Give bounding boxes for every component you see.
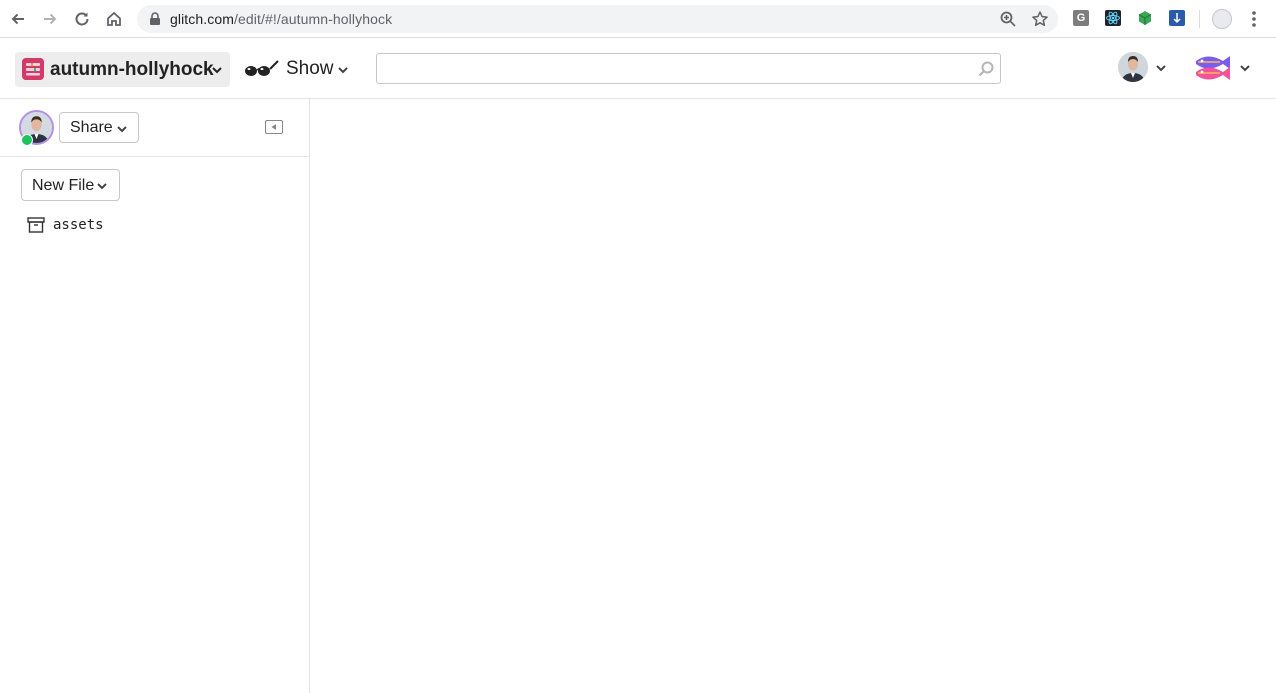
search-icon[interactable]: [977, 60, 995, 78]
forward-arrow-icon: [44, 13, 57, 25]
download-extension-icon[interactable]: [1169, 10, 1185, 26]
sidebar-top: Share: [0, 99, 309, 157]
online-status-indicator: [21, 134, 33, 146]
toolbar-divider: [1199, 10, 1200, 28]
user-photo: [1118, 52, 1148, 82]
share-label: Share: [70, 119, 113, 136]
file-name: assets: [53, 217, 104, 233]
extension-g-icon[interactable]: G: [1073, 10, 1089, 26]
show-button[interactable]: Show: [243, 56, 353, 84]
zoom-icon[interactable]: [999, 10, 1017, 28]
user-avatar[interactable]: [1118, 52, 1148, 82]
chevron-down-icon[interactable]: [1239, 62, 1251, 74]
forward-button[interactable]: [38, 7, 62, 31]
green-extension-icon[interactable]: [1137, 10, 1153, 26]
new-file-label: New File: [32, 177, 95, 194]
chevron-down-icon: [212, 67, 222, 74]
react-devtools-icon[interactable]: [1105, 10, 1121, 26]
chevron-down-icon[interactable]: [1155, 62, 1167, 74]
project-name: autumn-hollyhock: [50, 59, 214, 80]
reload-button[interactable]: [70, 7, 94, 31]
back-arrow-icon: [11, 13, 24, 25]
new-file-button[interactable]: New File: [21, 169, 120, 201]
search-input[interactable]: [383, 58, 963, 80]
app-header: autumn-hollyhock Show: [0, 38, 1276, 99]
browser-profile-icon[interactable]: [1212, 9, 1232, 29]
chevron-down-icon: [97, 183, 107, 190]
glitch-fish-logo-icon[interactable]: [1193, 52, 1233, 82]
bookmark-star-icon[interactable]: [1031, 10, 1049, 28]
address-bar[interactable]: glitch.com/edit/#!/autumn-hollyhock: [137, 5, 1058, 33]
react-atom-icon: [1106, 11, 1120, 25]
editor-pane[interactable]: [310, 99, 1276, 693]
url-host: glitch.com: [170, 11, 235, 27]
reload-icon: [75, 12, 89, 26]
green-cube-icon: [1138, 11, 1152, 25]
archive-box-icon: [27, 217, 45, 233]
download-arrow-icon: [1173, 13, 1181, 24]
chevron-down-icon: [338, 67, 348, 74]
collapse-sidebar-icon[interactable]: [265, 120, 283, 134]
back-button[interactable]: [6, 7, 30, 31]
sidebar: Share New File assets: [0, 99, 310, 693]
chevron-down-icon: [117, 126, 127, 133]
project-menu-button[interactable]: autumn-hollyhock: [15, 52, 230, 87]
search-box[interactable]: [376, 53, 1001, 84]
url-path: /edit/#!/autumn-hollyhock: [234, 11, 393, 27]
home-button[interactable]: [102, 7, 126, 31]
file-tree-item-assets[interactable]: assets: [20, 213, 300, 237]
share-button[interactable]: Share: [59, 112, 139, 143]
lock-icon: [150, 12, 160, 25]
browser-toolbar: glitch.com/edit/#!/autumn-hollyhock G: [0, 0, 1276, 38]
url-text: glitch.com/edit/#!/autumn-hollyhock: [170, 11, 392, 27]
project-icon: [22, 58, 44, 80]
home-icon: [107, 11, 121, 26]
kebab-menu-icon[interactable]: [1246, 9, 1262, 29]
extension-g-label: G: [1076, 12, 1086, 24]
sunglasses-icon: [245, 60, 279, 76]
show-label: Show: [286, 58, 334, 79]
